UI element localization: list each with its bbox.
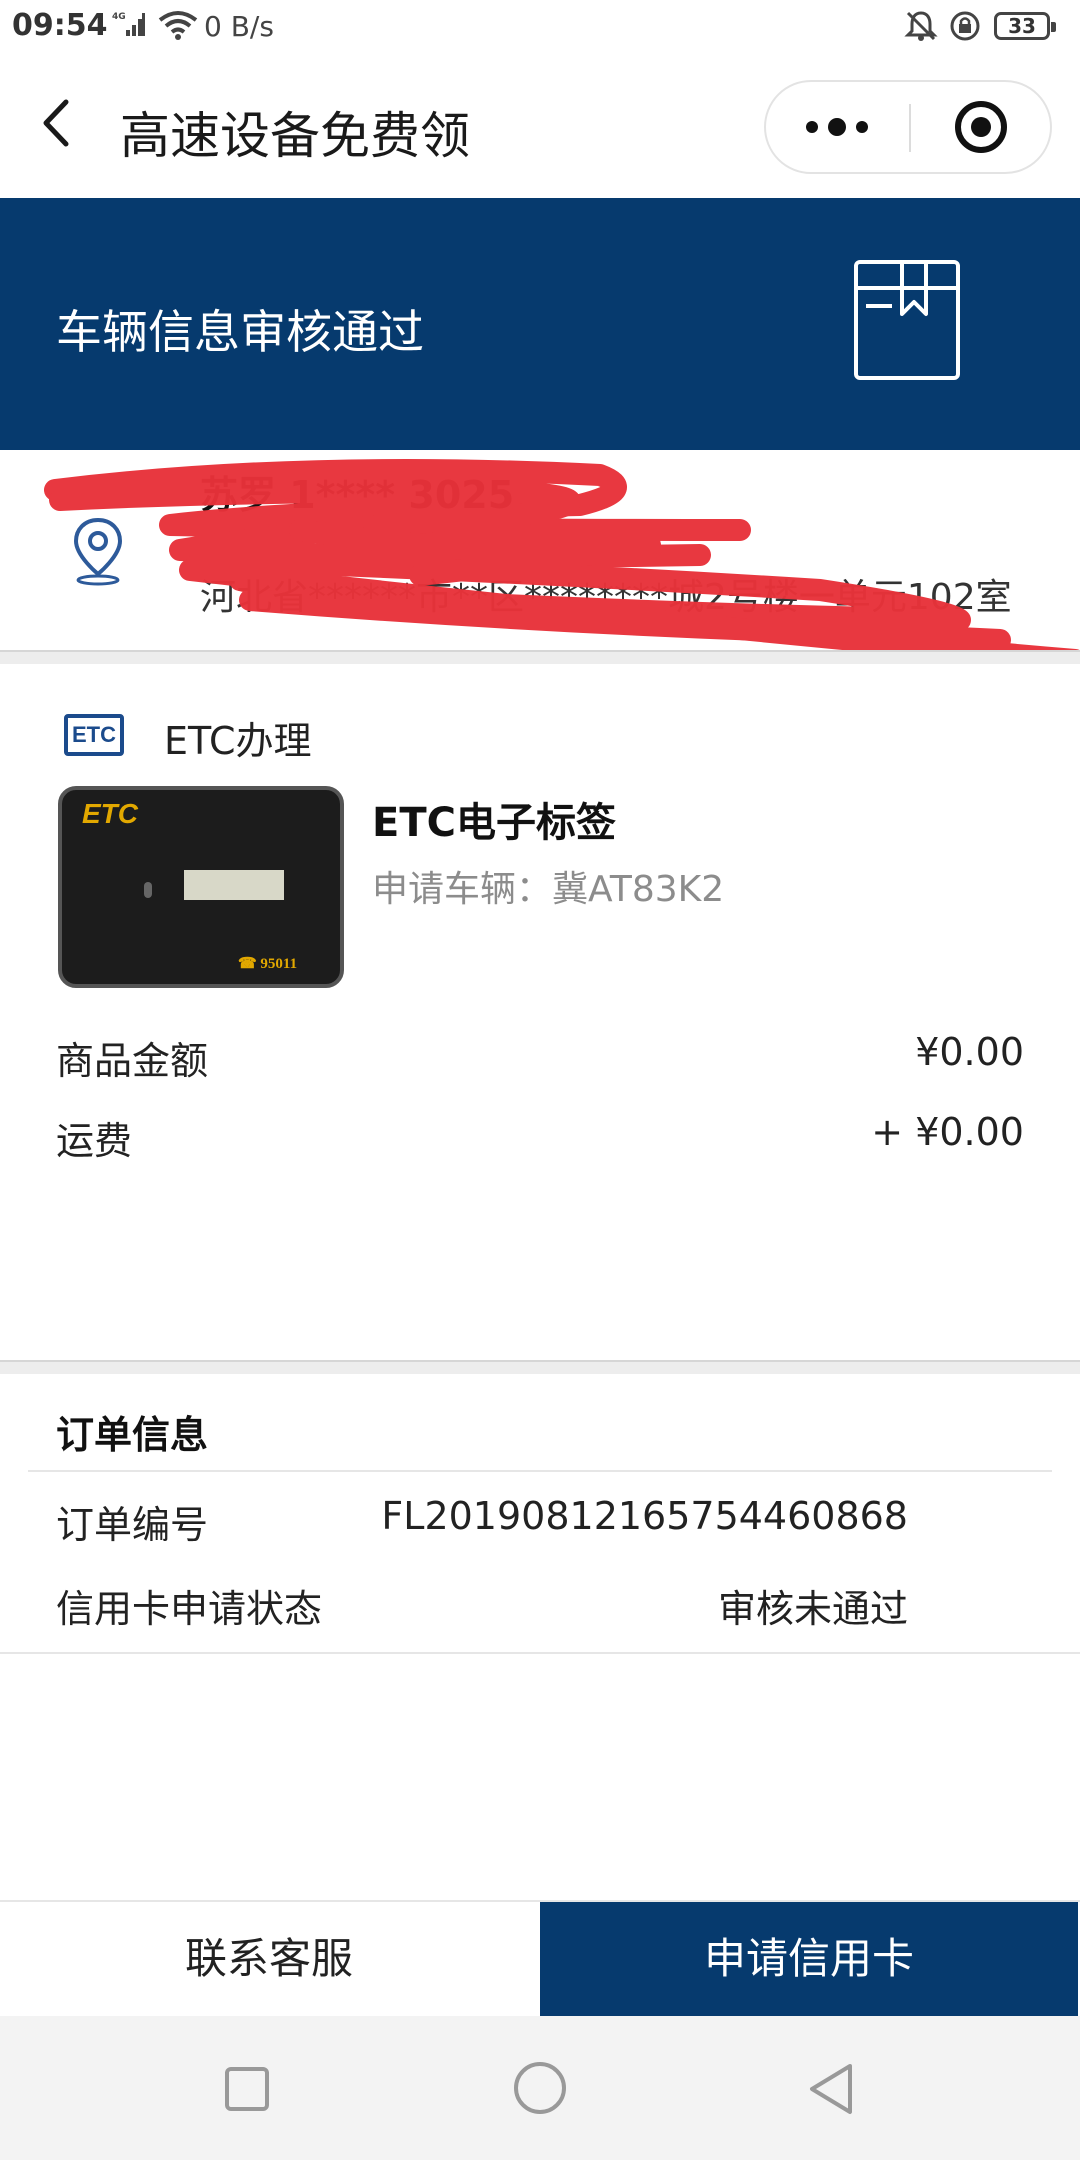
- credit-card-status-value: 审核未通过: [717, 1587, 908, 1631]
- order-info-title: 订单信息: [56, 1413, 209, 1457]
- credit-card-status-label: 信用卡申请状态: [56, 1587, 323, 1631]
- status-time: 09:54: [12, 8, 108, 43]
- review-status-banner: 车辆信息审核通过: [0, 198, 1080, 450]
- system-navigation-bar: [0, 2016, 1080, 2160]
- document-bookmark-icon: [854, 260, 960, 380]
- shipping-fee-value: + ¥0.00: [871, 1110, 1024, 1154]
- wifi-icon: [158, 10, 198, 44]
- shipping-fee-label: 运费: [56, 1119, 133, 1163]
- more-menu-button[interactable]: [766, 82, 909, 172]
- recent-apps-icon[interactable]: [224, 2066, 270, 2112]
- recipient-name-phone: 苏罗 1**** 3025: [200, 473, 515, 517]
- rotation-lock-icon: [948, 10, 982, 46]
- applied-vehicle: 申请车辆：冀AT83K2: [372, 869, 725, 910]
- mute-bell-icon: [904, 10, 938, 46]
- recipient-address: 河北省******市**区********城2号楼一单元102室: [200, 577, 1012, 618]
- device-window: [184, 870, 284, 900]
- cellular-signal-icon: 4G: [112, 10, 146, 44]
- close-mini-program-button[interactable]: [911, 82, 1052, 172]
- home-circle-icon[interactable]: [512, 2060, 568, 2116]
- etc-device-image: ETC ☎ 95011: [58, 786, 344, 988]
- order-info-divider: [28, 1470, 1052, 1472]
- device-logo-text: ETC: [82, 798, 138, 829]
- section-divider: [0, 1360, 1080, 1374]
- contact-support-button[interactable]: 联系客服: [0, 1902, 538, 2016]
- back-triangle-icon[interactable]: [806, 2062, 856, 2116]
- shop-name: ETC办理: [164, 719, 312, 763]
- location-pin-icon: [73, 517, 123, 586]
- target-circle-icon: [955, 101, 1007, 153]
- network-type-label: 4G: [112, 12, 126, 22]
- product-name: ETC电子标签: [372, 800, 616, 846]
- section-divider: [0, 650, 1080, 664]
- bottom-action-bar: 联系客服 申请信用卡: [0, 1900, 1080, 2016]
- etc-shop-logo: ETC: [64, 714, 124, 756]
- order-info-section: 订单信息 订单编号 FL2019081216575446086​8 信用卡申请状…: [0, 1374, 1080, 1654]
- chevron-left-icon: [43, 99, 69, 147]
- product-section: ETC ETC办理 ETC ☎ 95011 ETC电子标签 申请车辆：冀AT83…: [0, 664, 1080, 1360]
- goods-amount-value: ¥0.00: [915, 1030, 1024, 1074]
- apply-credit-card-button[interactable]: 申请信用卡: [540, 1902, 1078, 2016]
- network-speed: 0 B/s: [204, 10, 274, 43]
- shipping-address[interactable]: 苏罗 1**** 3025 河北省******市**区********城2号楼一…: [0, 450, 1080, 650]
- review-status-text: 车辆信息审核通过: [56, 305, 424, 359]
- more-dots-icon: [806, 118, 868, 136]
- goods-amount-label: 商品金额: [56, 1039, 209, 1083]
- device-hotline-text: ☎ 95011: [238, 956, 298, 972]
- mini-program-title-bar: 高速设备免费领: [0, 56, 1080, 198]
- status-bar: 09:54 4G 0 B/s 33: [0, 0, 1080, 56]
- battery-indicator: 33: [994, 12, 1056, 40]
- page-title: 高速设备免费领: [120, 107, 470, 165]
- mini-program-capsule: [764, 80, 1052, 174]
- device-indicator: [144, 882, 152, 898]
- order-number-label: 订单编号: [56, 1503, 209, 1547]
- order-number-value: FL2019081216575446086​8: [381, 1494, 908, 1538]
- back-button[interactable]: [30, 88, 90, 158]
